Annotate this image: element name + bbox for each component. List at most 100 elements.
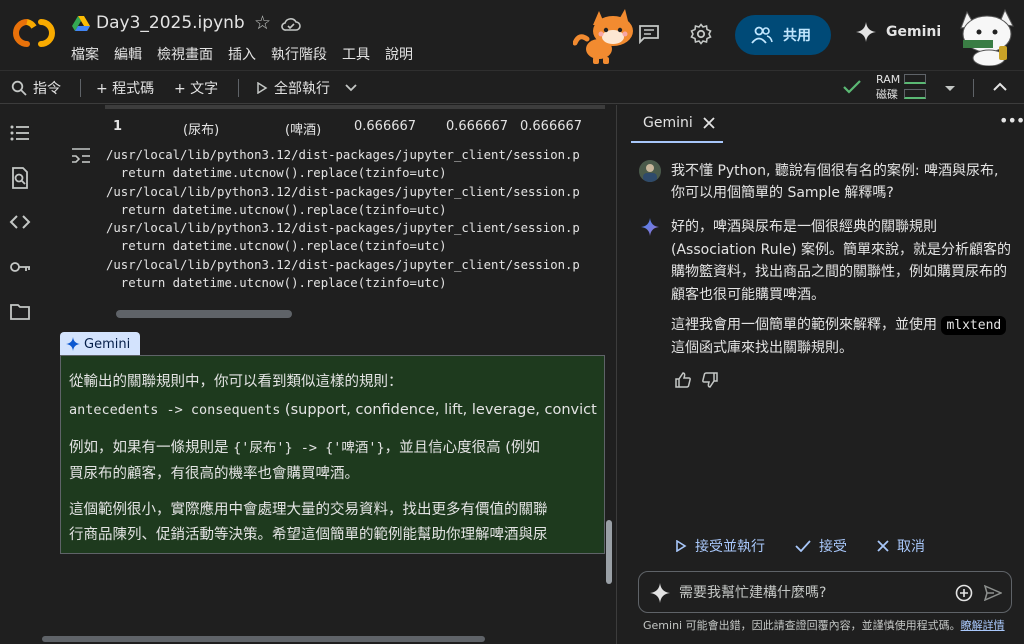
log-line: /usr/local/lib/python3.12/dist-packages/… xyxy=(106,184,580,199)
output-scrollbar[interactable] xyxy=(105,105,605,109)
gemini-chip-label: Gemini xyxy=(84,336,131,352)
log-line: /usr/local/lib/python3.12/dist-packages/… xyxy=(106,221,580,236)
gemini-chip[interactable]: Gemini xyxy=(60,332,140,356)
tab-gemini[interactable]: Gemini xyxy=(643,115,715,131)
gear-icon[interactable] xyxy=(690,23,712,45)
chevron-down-icon[interactable] xyxy=(944,85,956,93)
command-palette-button[interactable]: 指令 xyxy=(11,78,61,98)
menu-help[interactable]: 說明 xyxy=(385,44,413,64)
disk-label: 磁碟 xyxy=(876,88,898,101)
gemini-spark-icon xyxy=(641,218,659,236)
user-message: 我不懂 Python, 聽說有個很有名的案例: 啤酒與尿布, 你可以用個簡單的 … xyxy=(671,163,999,201)
people-icon xyxy=(751,26,773,44)
gemini-top-label: Gemini xyxy=(886,24,942,40)
disclaimer-text: Gemini 可能會出錯，因此請查證回覆內容，並謹慎使用程式碼。 xyxy=(643,619,961,632)
notebook-vertical-scrollbar[interactable] xyxy=(606,520,612,584)
thumbs-up-icon[interactable] xyxy=(674,371,692,389)
menu-tools[interactable]: 工具 xyxy=(342,44,370,64)
run-all-button[interactable]: 全部執行 xyxy=(256,78,330,98)
notebook-title[interactable]: Day3_2025.ipynb xyxy=(96,13,245,33)
key-icon[interactable] xyxy=(9,256,31,278)
menu-file[interactable]: 檔案 xyxy=(71,44,99,64)
notebook-area: 1 (尿布) (啤酒) 0.666667 0.666667 0.666667 /… xyxy=(40,105,615,644)
gemini-toggle-button[interactable]: Gemini xyxy=(856,22,941,42)
send-icon[interactable] xyxy=(984,585,1002,601)
gemini-spark-icon xyxy=(856,22,876,42)
learn-more-link[interactable]: 瞭解詳情 xyxy=(961,619,1005,632)
metric-cell: 0.666667 xyxy=(520,119,583,134)
prompt-input[interactable]: 需要我幫忙建構什麼嗎? xyxy=(638,571,1012,613)
star-icon[interactable]: ☆ xyxy=(254,12,271,34)
reply-text: 這個函式庫來找出關聯規則。 xyxy=(671,339,853,356)
text-cell[interactable]: 從輸出的關聯規則中，你可以看到類似這樣的規則： antecedents -> c… xyxy=(60,355,605,554)
ram-bar xyxy=(904,74,926,84)
command-label: 指令 xyxy=(33,81,61,97)
log-line: return datetime.utcnow().replace(tzinfo=… xyxy=(106,166,447,181)
folder-icon[interactable] xyxy=(9,301,31,323)
log-line: /usr/local/lib/python3.12/dist-packages/… xyxy=(106,257,580,272)
app-header: Day3_2025.ipynb ☆ 檔案 編輯 檢視畫面 插入 執行階段 工具 … xyxy=(0,0,1024,70)
accept-button[interactable]: 接受 xyxy=(795,536,847,556)
consequent-cell: (啤酒) xyxy=(285,123,322,138)
notebook-horizontal-scrollbar[interactable] xyxy=(42,636,485,642)
menu-insert[interactable]: 插入 xyxy=(228,44,256,64)
chevron-down-icon[interactable] xyxy=(345,84,357,92)
menu-view[interactable]: 檢視畫面 xyxy=(157,44,213,64)
gemini-spark-icon xyxy=(66,337,80,351)
cell-paragraph: 這個範例很小，實際應用中會處理大量的交易資料，找出更多有價值的關聯 xyxy=(69,502,548,518)
gemini-spark-icon xyxy=(650,583,670,603)
menu-edit[interactable]: 編輯 xyxy=(114,44,142,64)
assistant-reply: 好的，啤酒與尿布是一個很經典的關聯規則 (Association Rule) 案… xyxy=(671,219,1012,303)
add-code-button[interactable]: + 程式碼 xyxy=(96,78,154,98)
ram-label: RAM xyxy=(876,73,901,86)
log-line: return datetime.utcnow().replace(tzinfo=… xyxy=(106,239,447,254)
more-options-icon[interactable]: ••• xyxy=(999,111,1024,130)
toolbar-divider xyxy=(973,79,974,97)
menu-runtime[interactable]: 執行階段 xyxy=(271,44,327,64)
cancel-button[interactable]: 取消 xyxy=(877,536,925,556)
colab-logo[interactable] xyxy=(12,15,56,51)
cat-mascot-icon xyxy=(573,9,633,64)
share-button[interactable]: 共用 xyxy=(735,15,831,55)
table-of-contents-icon[interactable] xyxy=(9,122,31,144)
inline-code: mlxtend xyxy=(941,316,1007,335)
prompt-placeholder: 需要我幫忙建構什麼嗎? xyxy=(679,585,827,601)
drive-icon[interactable] xyxy=(72,16,90,32)
left-rail xyxy=(0,105,40,644)
row-index: 1 xyxy=(113,119,123,134)
add-icon[interactable] xyxy=(955,584,973,602)
cell-paragraph: 例如，如果有一條規則是 {'尿布'} -> {'啤酒'}，並且信心度很高 (例如 xyxy=(69,436,540,457)
thumbs-down-icon[interactable] xyxy=(701,371,719,389)
cell-text: 例如，如果有一條規則是 xyxy=(69,440,234,456)
cell-paragraph: 行商品陳列、促銷活動等決策。希望這個簡單的範例能幫助你理解啤酒與尿 xyxy=(69,527,548,543)
add-code-label: + 程式碼 xyxy=(96,81,155,97)
connected-check-icon[interactable] xyxy=(842,79,862,95)
play-icon xyxy=(676,540,687,552)
gemini-panel: Gemini ••• 我不懂 Python, 聽說有個很有名的案例: 啤酒與尿布… xyxy=(616,105,1024,644)
find-replace-icon[interactable] xyxy=(9,167,31,189)
close-icon[interactable] xyxy=(703,117,715,129)
menu-bar: 檔案 編輯 檢視畫面 插入 執行階段 工具 說明 xyxy=(71,44,428,64)
comment-icon[interactable] xyxy=(638,24,660,44)
cell-output: 1 (尿布) (啤酒) 0.666667 0.666667 0.666667 /… xyxy=(40,105,615,320)
code-snippets-icon[interactable] xyxy=(9,211,31,233)
log-line: /usr/local/lib/python3.12/dist-packages/… xyxy=(106,148,580,162)
accept-and-run-button[interactable]: 接受並執行 xyxy=(675,536,765,556)
inline-code: antecedents -> consequents xyxy=(69,402,281,418)
accept-label: 接受 xyxy=(819,539,847,555)
cat-avatar-icon[interactable] xyxy=(955,6,1021,66)
antecedent-cell: (尿布) xyxy=(183,123,220,138)
share-label: 共用 xyxy=(783,28,811,44)
cancel-label: 取消 xyxy=(897,539,925,555)
output-horizontal-scrollbar[interactable] xyxy=(116,310,292,318)
chevron-up-icon[interactable] xyxy=(993,82,1007,92)
cell-paragraph: antecedents -> consequents (support, con… xyxy=(69,402,597,418)
cell-paragraph: 買尿布的顧客，有很高的機率也會購買啤酒。 xyxy=(69,466,359,482)
search-icon xyxy=(11,80,27,96)
tab-label: Gemini xyxy=(643,115,693,131)
cloud-saved-icon[interactable] xyxy=(281,16,301,32)
resource-monitor[interactable]: RAM 磁碟 xyxy=(876,72,900,102)
log-line: return datetime.utcnow().replace(tzinfo=… xyxy=(106,276,447,291)
output-actions-icon[interactable] xyxy=(70,146,92,166)
add-text-button[interactable]: + 文字 xyxy=(174,78,218,98)
